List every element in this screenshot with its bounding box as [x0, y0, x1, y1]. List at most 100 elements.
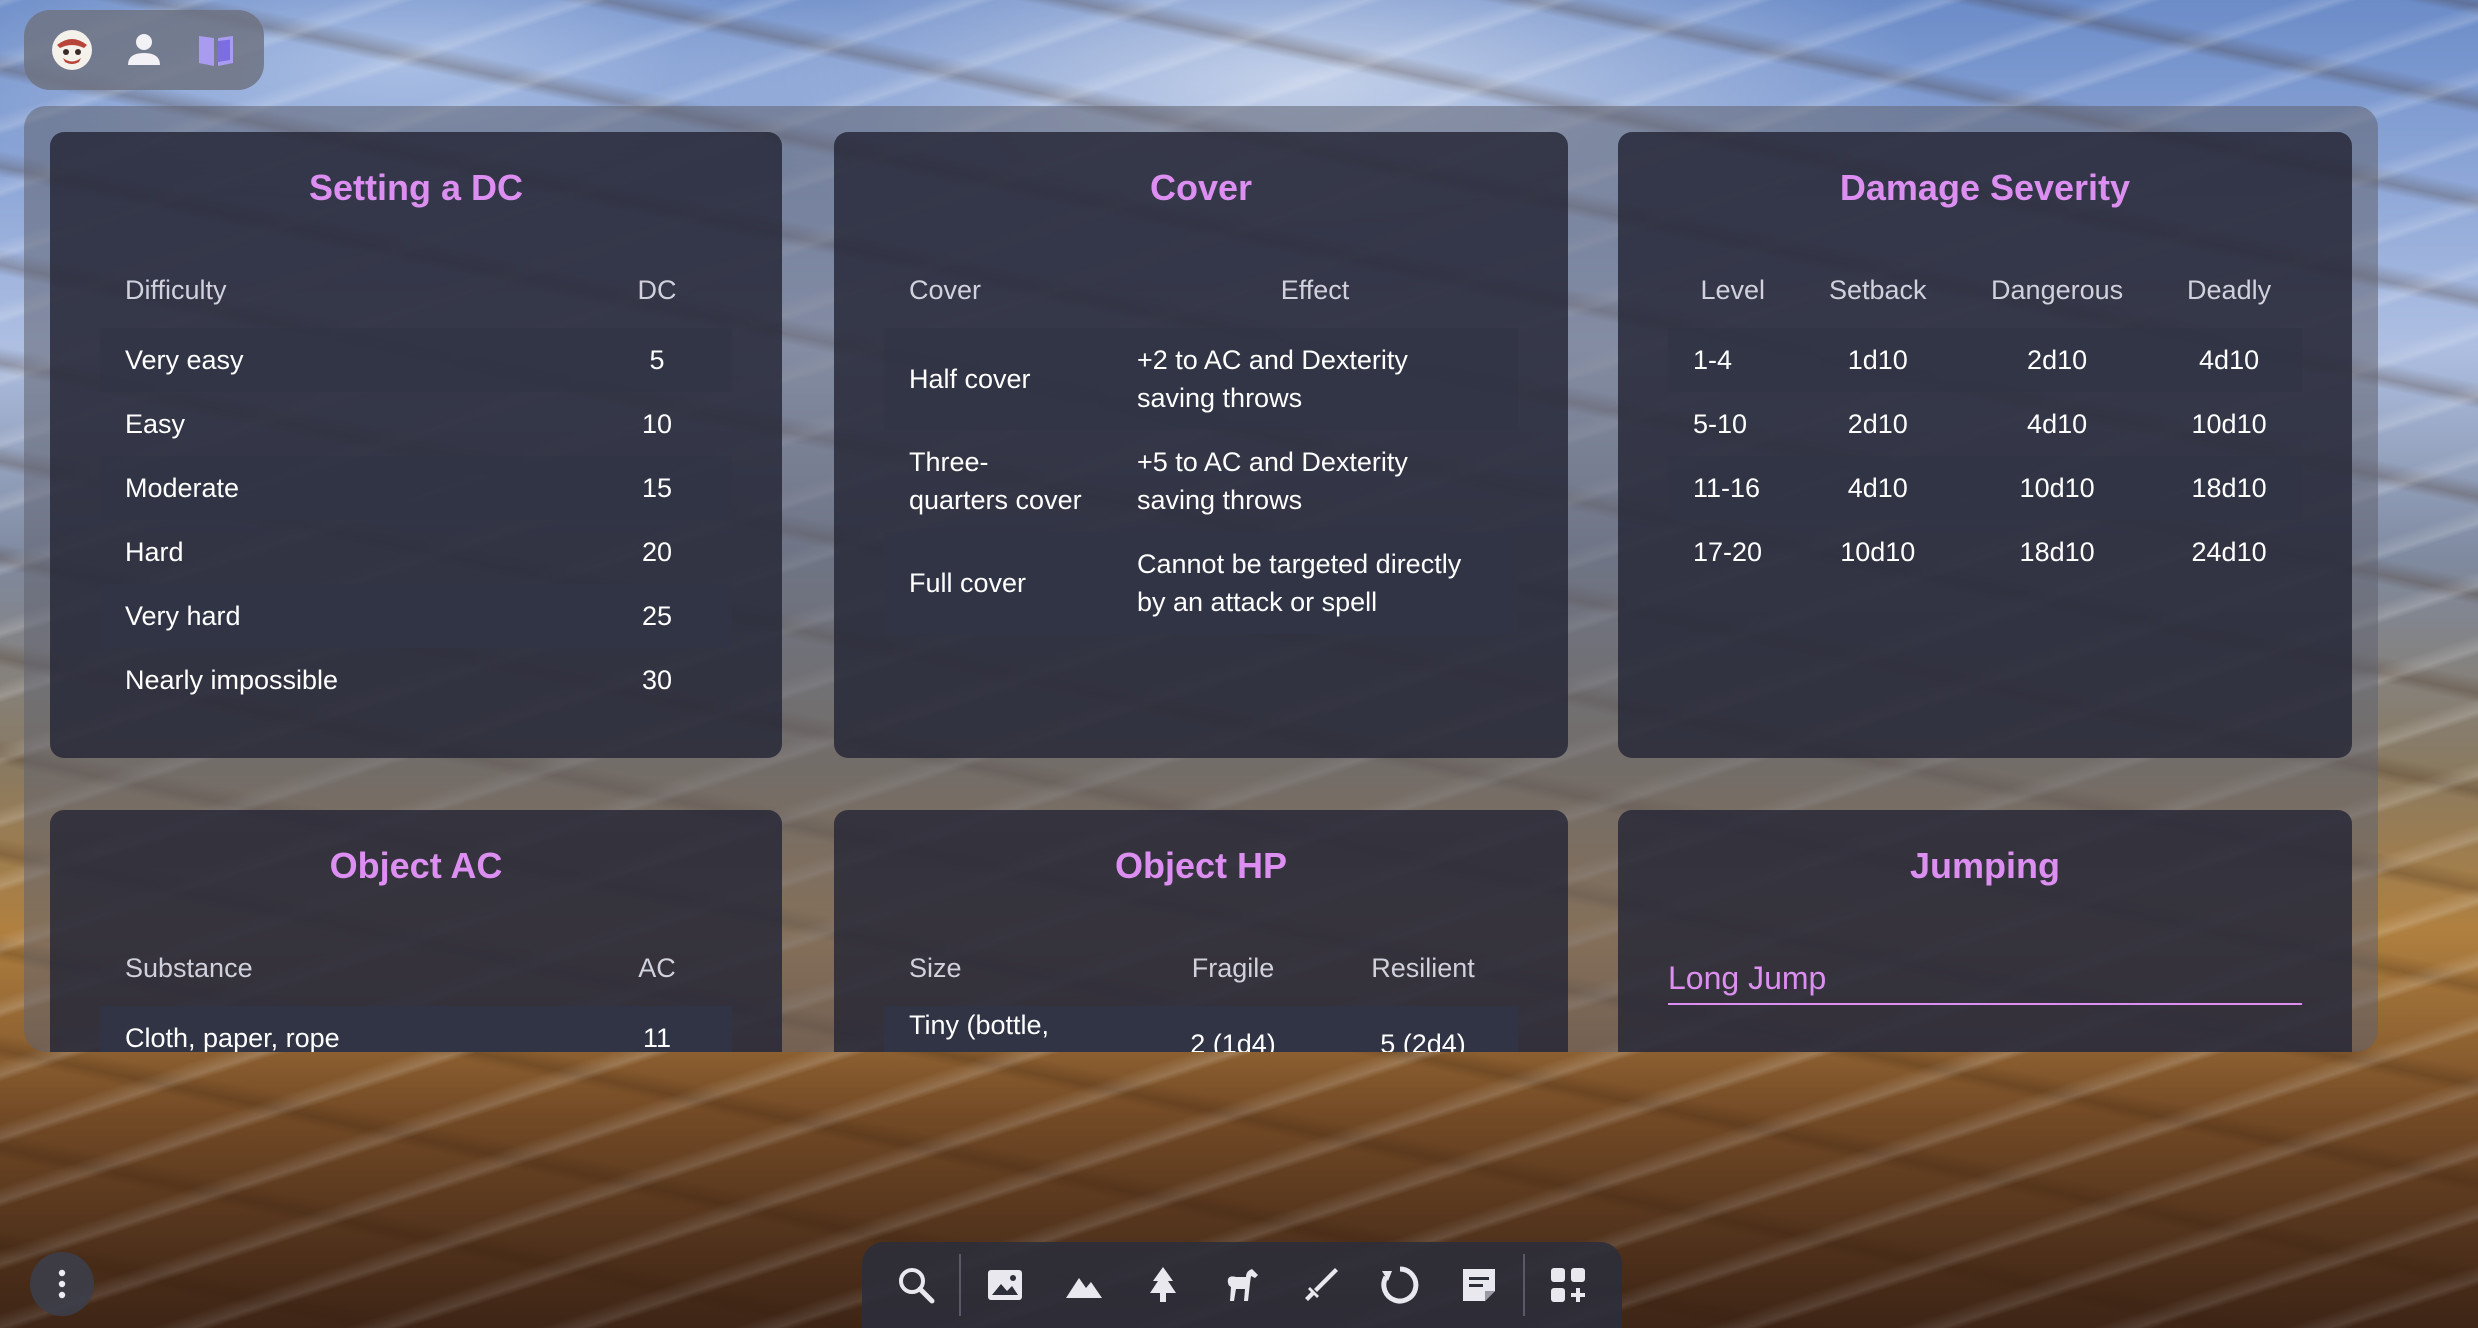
- book-icon: [199, 36, 233, 66]
- table-cell: Cannot be targeted directly by an attack…: [1112, 532, 1518, 634]
- top-toolbar: [24, 10, 264, 90]
- table-cell: 2 (1d4): [1138, 1006, 1328, 1052]
- table-cell: +2 to AC and Dexterity saving throws: [1112, 328, 1518, 430]
- object-ac-table: Substance AC Cloth, paper, rope 11: [100, 930, 732, 1052]
- table-cell: 20: [641, 537, 673, 567]
- object-hp-table: Size Fragile Resilient Tiny (bottle, loc…: [884, 930, 1518, 1052]
- table-cell: Very easy: [100, 328, 582, 392]
- table-row: 1-4 1d10 2d10 4d10: [1668, 328, 2302, 392]
- table-cell: 25: [582, 584, 732, 648]
- character-button[interactable]: [116, 22, 172, 78]
- dc-table: Difficulty DC Very easy 5 Easy 10 Moderate…: [100, 252, 732, 712]
- card-cover: Cover Cover Effect Half cover +2 to AC an…: [834, 132, 1568, 758]
- card-setting-dc: Setting a DC Difficulty DC Very easy 5 Ea…: [50, 132, 782, 758]
- column-header: Dangerous: [1991, 274, 2124, 305]
- refresh-icon: [1381, 1266, 1419, 1304]
- column-header: Setback: [1829, 274, 1927, 305]
- table-cell: Nearly impossible: [125, 665, 339, 695]
- toolbar-divider: [1522, 1254, 1525, 1316]
- table-cell: Three-quarters cover: [909, 447, 1082, 515]
- search-button[interactable]: [876, 1250, 955, 1320]
- search-icon: [898, 1268, 935, 1304]
- table-row: Easy 10: [100, 392, 732, 456]
- table-row: Full cover Cannot be targeted directly by…: [884, 532, 1518, 634]
- damage-table: Level Setback Dangerous Deadly 1-4 1d10 2d…: [1668, 252, 2302, 584]
- table-cell: 10d10: [1958, 456, 2157, 520]
- image-icon: [987, 1270, 1022, 1300]
- card-title: Object AC: [329, 845, 503, 886]
- table-cell: 10d10: [1840, 537, 1916, 567]
- table-row: Very hard 25: [100, 584, 732, 648]
- table-row: 5-10 2d10 4d10 10d10: [1668, 392, 2302, 456]
- tree-button[interactable]: [1123, 1250, 1202, 1320]
- table-row: 11-16 4d10 10d10 18d10: [1668, 456, 2302, 520]
- add-widget-icon: [1551, 1268, 1586, 1302]
- table-cell: 10: [641, 409, 673, 439]
- table-cell: 15: [582, 456, 732, 520]
- column-header: Difficulty: [125, 274, 227, 305]
- table-row: Tiny (bottle, lock)2 (1d4)5 (2d4): [884, 1006, 1518, 1052]
- table-cell: 17-20: [1693, 537, 1763, 567]
- table-cell: 11: [582, 1006, 732, 1052]
- table-cell: 30: [641, 665, 673, 695]
- column-header: Fragile: [1191, 952, 1275, 983]
- table-cell: 4d10: [2156, 328, 2302, 392]
- column-header: Deadly: [2187, 274, 2272, 305]
- cover-table: Cover Effect Half cover +2 to AC and Dext…: [884, 252, 1518, 634]
- table-cell: 18d10: [2019, 537, 2095, 567]
- more-menu-button[interactable]: [30, 1252, 94, 1316]
- table-cell: Easy: [125, 409, 186, 439]
- table-cell: Cloth, paper, rope: [100, 1006, 582, 1052]
- horse-icon: [1227, 1269, 1258, 1301]
- table-cell: Very hard: [100, 584, 582, 648]
- column-header: Size: [909, 952, 962, 983]
- table-cell: Hard: [125, 537, 184, 567]
- note-icon: [1463, 1269, 1496, 1301]
- table-cell: Half cover: [884, 328, 1112, 430]
- table-row: Half cover +2 to AC and Dexterity saving …: [884, 328, 1518, 430]
- sheriff-avatar-button[interactable]: [44, 22, 100, 78]
- person-icon: [128, 34, 160, 65]
- rules-panel[interactable]: Setting a DC Difficulty DC Very easy 5 Ea…: [24, 106, 2378, 1052]
- table-cell: 10d10: [2191, 409, 2267, 439]
- column-header: AC: [638, 952, 676, 983]
- table-cell: 1d10: [1797, 328, 1959, 392]
- table-row: Moderate 15: [100, 456, 732, 520]
- card-title: Damage Severity: [1839, 167, 2131, 208]
- table-cell: Full cover: [884, 532, 1112, 634]
- table-cell: Tiny (bottle, lock): [884, 1006, 1138, 1052]
- table-cell: 4d10: [1797, 456, 1959, 520]
- column-header: Resilient: [1371, 952, 1475, 983]
- tree-icon: [1149, 1267, 1176, 1302]
- card-title: Jumping: [1910, 845, 2060, 886]
- column-header: Effect: [1280, 274, 1350, 305]
- table-cell: 5 (2d4): [1328, 1006, 1518, 1052]
- table-cell: 2d10: [1847, 409, 1908, 439]
- image-button[interactable]: [965, 1250, 1044, 1320]
- creature-button[interactable]: [1202, 1250, 1281, 1320]
- table-cell: 5-10: [1693, 409, 1748, 439]
- rules-book-button[interactable]: [188, 22, 244, 78]
- card-title: Object HP: [1114, 845, 1288, 886]
- table-cell: 4d10: [2027, 409, 2088, 439]
- note-button[interactable]: [1440, 1250, 1519, 1320]
- table-cell: 2d10: [1958, 328, 2157, 392]
- item-button[interactable]: [1282, 1250, 1361, 1320]
- toolbar-divider: [959, 1254, 962, 1316]
- column-header: Level: [1700, 274, 1766, 305]
- sheriff-avatar-icon: [52, 30, 92, 70]
- bottom-toolbar: [862, 1242, 1622, 1328]
- add-widget-button[interactable]: [1529, 1250, 1608, 1320]
- card-object-ac: Object AC Substance AC Cloth, paper, rop…: [50, 810, 782, 1052]
- card-title: Setting a DC: [308, 167, 523, 208]
- card-object-hp: Object HP Size Fragile Resilient Tiny (b…: [834, 810, 1568, 1052]
- sword-icon: [1305, 1268, 1339, 1301]
- refresh-button[interactable]: [1361, 1250, 1440, 1320]
- table-row: Cloth, paper, rope 11: [100, 1006, 732, 1052]
- column-header: Cover: [909, 274, 982, 305]
- table-row: Hard 20: [100, 520, 732, 584]
- table-cell: 5: [582, 328, 732, 392]
- terrain-button[interactable]: [1044, 1250, 1123, 1320]
- table-cell: 24d10: [2191, 537, 2267, 567]
- table-row: 17-20 10d10 18d10 24d10: [1668, 520, 2302, 584]
